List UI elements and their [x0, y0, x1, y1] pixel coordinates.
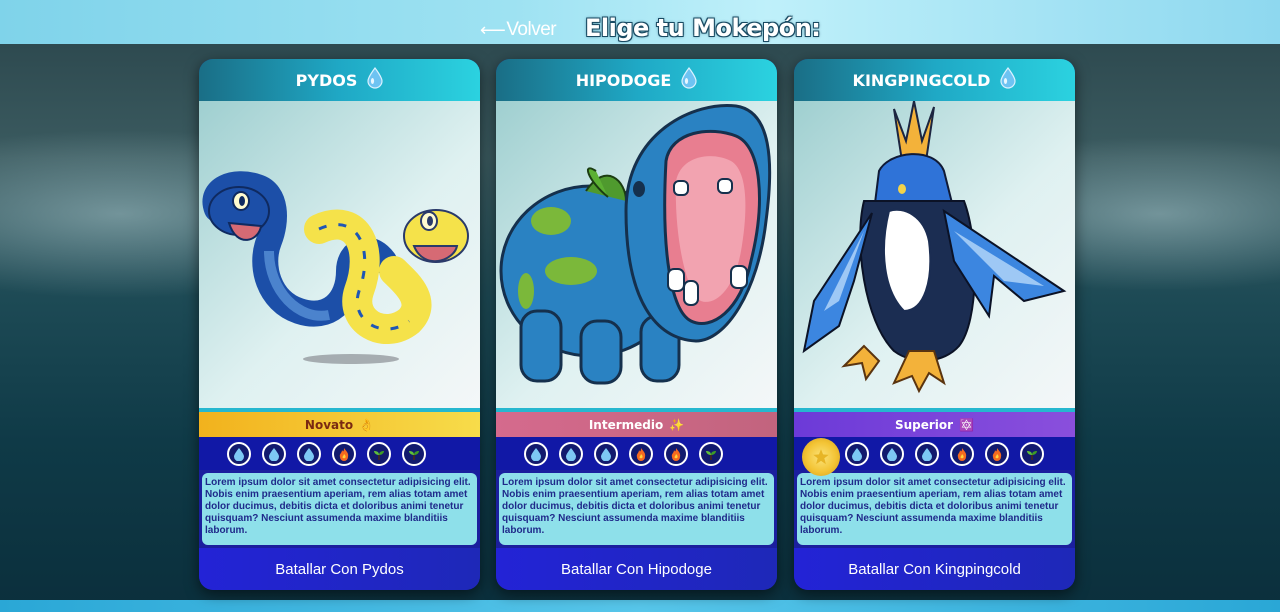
water-drop-icon[interactable]: [227, 441, 251, 466]
card-description: Lorem ipsum dolor sit amet consectetur a…: [797, 473, 1072, 545]
fire-icon[interactable]: [664, 441, 688, 466]
water-drop-icon[interactable]: [880, 441, 904, 466]
mokepon-image-kingpingcold: [794, 101, 1075, 408]
water-drop-icon[interactable]: [845, 441, 869, 466]
water-drop-icon: [681, 67, 697, 93]
level-bar: Superior 🔯: [794, 408, 1075, 437]
water-drop-icon[interactable]: [559, 441, 583, 466]
sprout-icon[interactable]: [1020, 441, 1044, 466]
battle-button-kingpingcold[interactable]: Batallar Con Kingpingcold: [794, 548, 1075, 590]
back-label: Volver: [506, 19, 557, 40]
level-bar: Intermedio ✨: [496, 408, 777, 437]
sprout-icon[interactable]: [402, 441, 426, 466]
mokepon-card-pydos[interactable]: PYDOS Novato 👌 Lorem ipsum dolor sit ame…: [199, 59, 480, 590]
six-pointed-star-icon: 🔯: [959, 417, 975, 432]
mokepon-image-hipodoge: [496, 101, 777, 408]
battle-button-pydos[interactable]: Batallar Con Pydos: [199, 548, 480, 590]
attack-list: [199, 437, 480, 470]
level-bar: Novato 👌: [199, 408, 480, 437]
water-drop-icon[interactable]: [524, 441, 548, 466]
card-header: PYDOS: [199, 59, 480, 101]
water-drop-icon[interactable]: [915, 441, 939, 466]
level-label: Novato: [304, 417, 354, 432]
card-title: HIPODOGE: [575, 70, 672, 90]
mokepon-image-pydos: [199, 101, 480, 408]
ocean-bottom-strip: [0, 600, 1280, 612]
card-title: PYDOS: [295, 70, 358, 90]
water-drop-icon[interactable]: [297, 441, 321, 466]
sprout-icon[interactable]: [699, 441, 723, 466]
card-description: Lorem ipsum dolor sit amet consectetur a…: [499, 473, 774, 545]
sparkles-icon: ✨: [669, 417, 685, 432]
fire-icon[interactable]: [985, 441, 1009, 466]
sprout-icon[interactable]: [367, 441, 391, 466]
fire-icon[interactable]: [332, 441, 356, 466]
ok-hand-icon: 👌: [359, 417, 375, 432]
mokepon-card-kingpingcold[interactable]: KINGPINGCOLD Superior 🔯 Lorem ipsum dolo…: [794, 59, 1075, 590]
attack-list: [794, 437, 1075, 476]
back-link[interactable]: ⟵ Volver: [480, 18, 557, 42]
level-label: Superior: [894, 417, 954, 432]
page-title: Elige tu Mokepón:: [585, 14, 821, 42]
water-drop-icon: [367, 67, 383, 93]
card-description: Lorem ipsum dolor sit amet consectetur a…: [202, 473, 477, 545]
battle-button-hipodoge[interactable]: Batallar Con Hipodoge: [496, 548, 777, 590]
fire-icon[interactable]: [950, 441, 974, 466]
card-header: KINGPINGCOLD: [794, 59, 1075, 101]
fire-icon[interactable]: [629, 441, 653, 466]
gold-medal-icon[interactable]: [802, 437, 840, 476]
water-drop-icon[interactable]: [262, 441, 286, 466]
card-title: KINGPINGCOLD: [852, 70, 991, 90]
card-header: HIPODOGE: [496, 59, 777, 101]
water-drop-icon: [1000, 67, 1017, 93]
level-label: Intermedio: [588, 417, 664, 432]
back-arrow-icon: ⟵: [480, 19, 506, 40]
water-drop-icon[interactable]: [594, 441, 618, 466]
attack-list: [496, 437, 777, 470]
mokepon-card-hipodoge[interactable]: HIPODOGE Intermedio ✨ Lorem ipsum dolor …: [496, 59, 777, 590]
